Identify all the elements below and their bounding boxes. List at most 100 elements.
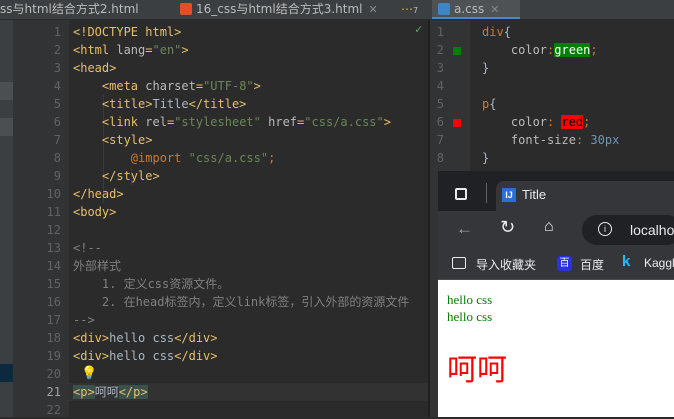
line-number: 12	[46, 223, 61, 237]
code-line: -->	[73, 313, 95, 327]
project-row[interactable]	[0, 118, 13, 136]
tab-css-html-3[interactable]: 16_css与html结合方式3.html ✕	[174, 0, 394, 19]
line-number: 13	[46, 241, 61, 255]
page-content: hello css hello css 呵呵	[438, 280, 674, 417]
line-number: 5	[53, 97, 61, 111]
div-hello-1: hello css	[447, 292, 493, 307]
baidu-icon: 百	[557, 256, 572, 271]
line-number: 1	[53, 25, 61, 39]
code-line: <div>hello css</div>	[73, 331, 218, 345]
address-bar[interactable]: i localho	[582, 215, 674, 245]
close-icon[interactable]: ✕	[369, 3, 378, 16]
kaggle-icon: k	[622, 253, 631, 270]
import-folder-icon	[452, 257, 466, 269]
browser-tab[interactable]: IJ Title	[496, 181, 674, 211]
code-line: color: red;	[510, 115, 591, 129]
tab-label: a.css	[454, 2, 485, 16]
bookmark-baidu[interactable]: 百度	[580, 256, 604, 273]
project-row[interactable]	[0, 82, 13, 100]
div-hello-2: hello css	[447, 309, 493, 324]
code-line: 外部样式	[73, 259, 122, 273]
line-number: 11	[46, 205, 61, 219]
line-number: 5	[436, 97, 444, 111]
code-line: </head>	[73, 187, 124, 201]
line-number: 17	[46, 313, 61, 327]
line-number: 4	[53, 79, 61, 93]
code-line: <title>Title</title>	[101, 97, 247, 111]
code-line: <head>	[73, 61, 117, 75]
home-icon[interactable]: ⌂	[544, 218, 554, 236]
code-line: 1. 定义css资源文件。	[73, 277, 230, 291]
code-line: font-size: 30px	[510, 133, 620, 147]
line-number: 15	[46, 277, 61, 291]
line-number: 2	[436, 43, 444, 57]
close-icon[interactable]: ✕	[490, 3, 499, 16]
line-number: 22	[46, 403, 61, 417]
browser-title-bar: IJ Title	[438, 171, 674, 211]
code-line: <link rel="stylesheet" href="css/a.css">	[101, 115, 391, 129]
code-line: <style>	[101, 133, 153, 147]
site-info-icon[interactable]: i	[598, 222, 612, 236]
browser-window: IJ Title ← ↻ ⌂ i localho 导入收藏夹 百 百度 k Ka…	[438, 171, 674, 417]
bookmark-import[interactable]: 导入收藏夹	[476, 256, 536, 273]
line-number: 2	[53, 43, 61, 57]
code-line: <body>	[73, 205, 117, 219]
editor-tab-bar: ss与html结合方式2.html 16_css与html结合方式3.html ✕…	[0, 0, 674, 20]
line-number: 7	[436, 133, 444, 147]
code-line: <meta charset="UTF-8">	[101, 79, 261, 93]
line-number: 14	[46, 259, 61, 273]
code-line: p{	[482, 97, 497, 111]
tab-label: 16_css与html结合方式3.html	[196, 2, 363, 16]
html-code-editor[interactable]: <!DOCTYPE html> <html lang="en"> <head> …	[69, 20, 428, 417]
code-line: div{	[482, 25, 511, 39]
line-number: 20	[46, 367, 61, 381]
lightbulb-icon[interactable]: 💡	[81, 365, 97, 383]
line-number: 16	[46, 295, 61, 309]
code-line: 2. 在head标签内，定义link标签，引入外部的资源文件	[73, 295, 410, 309]
bookmarks-bar: 导入收藏夹 百 百度 k Kaggl	[438, 249, 674, 280]
project-row[interactable]	[0, 364, 13, 382]
browser-toolbar: ← ↻ ⌂ i localho	[438, 211, 674, 249]
reload-icon[interactable]: ↻	[500, 217, 515, 238]
code-line: }	[482, 151, 490, 165]
line-number: 9	[53, 169, 61, 183]
code-line: <div>hello css</div>	[73, 349, 218, 363]
line-number: 6	[53, 115, 61, 129]
color-swatch-red[interactable]	[453, 119, 461, 127]
tab-css-html-2[interactable]: ss与html结合方式2.html	[0, 0, 172, 19]
tab-overflow-button[interactable]: ⋯7	[396, 0, 426, 19]
line-number: 4	[436, 79, 444, 93]
code-line: </style>	[101, 169, 160, 183]
html-file-icon	[180, 3, 192, 15]
browser-tab-title: Title	[522, 187, 547, 202]
back-icon[interactable]: ←	[456, 219, 473, 239]
intellij-favicon-icon: IJ	[502, 188, 516, 202]
line-number: 6	[436, 115, 444, 129]
code-line: }	[482, 61, 490, 75]
css-file-icon	[438, 3, 450, 15]
line-number: 1	[436, 25, 444, 39]
code-line: <!--	[73, 241, 102, 255]
line-number: 3	[53, 61, 61, 75]
line-number: 8	[436, 151, 444, 165]
line-number: 10	[46, 187, 61, 201]
line-number: 18	[46, 331, 61, 345]
color-swatch-green[interactable]	[453, 47, 461, 55]
tab-label: ss与html结合方式2.html	[0, 2, 139, 16]
tab-actions-icon[interactable]	[455, 188, 467, 200]
line-number: 3	[436, 61, 444, 75]
inspection-ok-icon[interactable]: ✓	[415, 22, 422, 36]
code-line: @import "css/a.css";	[130, 151, 276, 165]
tab-overflow-count: 7	[413, 6, 419, 15]
bookmark-kaggle[interactable]: Kaggl	[644, 256, 674, 270]
line-number: 21	[46, 385, 61, 399]
code-line: <!DOCTYPE html>	[73, 25, 182, 39]
paragraph-hehe: 呵呵	[447, 353, 507, 388]
code-line: color:green;	[510, 43, 598, 57]
tab-a-css[interactable]: a.css ✕	[432, 0, 520, 19]
line-number: 8	[53, 151, 61, 165]
project-panel-edge	[0, 20, 13, 417]
address-text: localho	[630, 222, 674, 238]
more-icon: ⋯	[401, 2, 413, 16]
code-line: <p>呵呵</p>	[73, 385, 148, 399]
